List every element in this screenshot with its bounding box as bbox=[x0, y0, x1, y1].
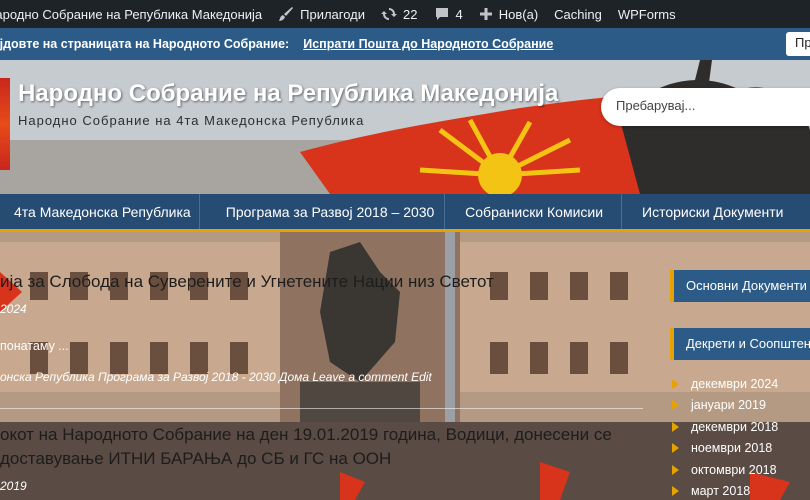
admin-bar: Народно Собрание на Република Македонија… bbox=[0, 0, 810, 28]
archive-item[interactable]: ноември 2018 bbox=[670, 438, 810, 460]
arrow-right-icon bbox=[672, 421, 679, 432]
arrow-right-icon bbox=[672, 400, 679, 411]
wpforms-label: WPForms bbox=[617, 6, 676, 22]
arrow-right-icon bbox=[672, 443, 679, 454]
archive-label: ноември 2018 bbox=[691, 441, 773, 456]
widget-title-decrees: Декрети и Соопштенија bbox=[670, 328, 810, 360]
site-tagline: Народно Собрание на 4та Македонска Репуб… bbox=[18, 113, 365, 128]
comments-count: 4 bbox=[455, 6, 463, 22]
notice-message: ојдовте на страницата на Народното Собра… bbox=[0, 37, 290, 51]
admin-bar-customize[interactable]: Прилагоди bbox=[270, 0, 373, 28]
post-title[interactable]: ија за Слобода на Суверените и Угнетенит… bbox=[0, 272, 494, 292]
archive-item[interactable]: декември 2018 bbox=[670, 416, 810, 438]
archive-label: декември 2018 bbox=[691, 419, 779, 434]
site-title[interactable]: Народно Собрание на Република Македонија bbox=[18, 80, 558, 108]
arrow-right-icon bbox=[672, 486, 679, 497]
notice-bar: ојдовте на страницата на Народното Собра… bbox=[0, 28, 810, 60]
nav-item-committees[interactable]: Собраниски Комисии bbox=[445, 194, 623, 229]
arrow-right-icon bbox=[672, 464, 679, 475]
archive-label: март 2018 bbox=[691, 484, 751, 499]
notice-link[interactable]: Испрати Пошта до Народното Собрание bbox=[303, 37, 553, 51]
admin-bar-caching[interactable]: Caching bbox=[546, 0, 610, 28]
archive-list: декември 2024 јануари 2019 декември 2018… bbox=[670, 373, 810, 500]
content-area: ија за Слобода на Суверените и Угнетенит… bbox=[0, 232, 810, 500]
notice-button[interactable]: Пр bbox=[786, 32, 810, 56]
archive-label: јануари 2019 bbox=[691, 398, 766, 413]
post-date[interactable]: 2019 bbox=[0, 479, 27, 493]
site-logo[interactable] bbox=[0, 78, 10, 170]
admin-bar-site-label: Народно Собрание на Република Македонија bbox=[0, 6, 263, 22]
admin-bar-new[interactable]: Нов(а) bbox=[471, 0, 546, 28]
archive-label: октомври 2018 bbox=[691, 462, 777, 477]
updates-icon bbox=[381, 8, 398, 20]
archive-item[interactable]: октомври 2018 bbox=[670, 459, 810, 481]
widget-title-documents: Основни Документи bbox=[670, 270, 810, 302]
archive-label: декември 2024 bbox=[691, 376, 779, 391]
post-title[interactable]: окот на Народното Собрание на ден 19.01.… bbox=[0, 425, 612, 445]
nav-item-documents[interactable]: Историски Документи bbox=[622, 194, 810, 229]
nav-item-program[interactable]: Програма за Развој 2018 – 2030 bbox=[200, 194, 446, 229]
archive-item[interactable]: јануари 2019 bbox=[670, 395, 810, 417]
arrow-right-icon bbox=[672, 378, 679, 389]
search-input[interactable]: Пребарувај... bbox=[601, 88, 810, 126]
post-title-continued[interactable]: доставување ИТНИ БАРАЊА до СБ и ГС на ОО… bbox=[0, 449, 391, 469]
site-header: Народно Собрание на Република Македонија… bbox=[0, 60, 810, 194]
brush-icon bbox=[279, 7, 294, 21]
new-label: Нов(а) bbox=[498, 6, 539, 22]
post-divider bbox=[0, 408, 643, 409]
post-date[interactable]: 2024 bbox=[0, 302, 27, 316]
admin-bar-wpforms[interactable]: WPForms bbox=[610, 0, 684, 28]
main-navigation: 4та Македонска Република Програма за Раз… bbox=[0, 194, 810, 232]
post-excerpt: понатаму ... bbox=[0, 339, 69, 353]
admin-bar-site-name[interactable]: Народно Собрание на Република Македонија bbox=[0, 0, 270, 28]
archive-item[interactable]: март 2018 bbox=[670, 481, 810, 500]
admin-bar-updates[interactable]: 22 bbox=[373, 0, 425, 28]
admin-bar-comments[interactable]: 4 bbox=[426, 0, 471, 28]
archive-item[interactable]: декември 2024 bbox=[670, 373, 810, 395]
post-meta[interactable]: онска Република Програма за Развој 2018 … bbox=[0, 370, 432, 384]
updates-count: 22 bbox=[403, 6, 418, 22]
plus-icon bbox=[479, 8, 492, 20]
comment-icon bbox=[435, 8, 448, 20]
nav-item-republic[interactable]: 4та Македонска Република bbox=[0, 194, 200, 229]
caching-label: Caching bbox=[554, 6, 602, 22]
customize-label: Прилагоди bbox=[300, 6, 366, 22]
